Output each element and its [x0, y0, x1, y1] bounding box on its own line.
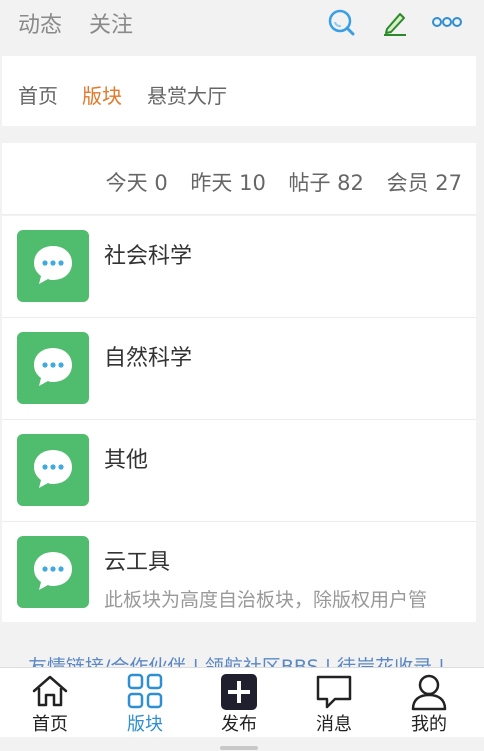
- more-dots-icon[interactable]: [432, 14, 462, 33]
- forum-description: 此板块为高度自治板块，除版权用户管: [104, 589, 428, 611]
- bottom-navigation: 首页 版块 发布 消息 我的: [0, 667, 484, 737]
- plus-icon: [221, 674, 257, 710]
- forum-name: 社会科学: [104, 244, 193, 269]
- stat-posts: 帖子 82: [288, 171, 364, 195]
- bottomnav-messages[interactable]: 消息: [286, 668, 382, 738]
- home-icon: [32, 675, 68, 707]
- forum-item[interactable]: 自然科学: [2, 318, 476, 420]
- sub-navigation: 首页 版块 悬赏大厅: [2, 56, 476, 126]
- bottomnav-home[interactable]: 首页: [2, 668, 98, 738]
- stat-members: 会员 27: [386, 171, 462, 195]
- stat-yesterday: 昨天 10: [190, 171, 266, 195]
- top-bar: 动态 关注: [0, 0, 484, 46]
- bottomnav-publish[interactable]: 发布: [191, 668, 287, 738]
- forum-icon: [17, 230, 89, 302]
- subnav-bounty-hall[interactable]: 悬赏大厅: [147, 80, 227, 109]
- message-icon: [316, 675, 352, 709]
- subnav-boards[interactable]: 版块: [82, 80, 122, 109]
- forum-item[interactable]: 云工具 此板块为高度自治板块，除版权用户管: [2, 522, 476, 622]
- search-icon[interactable]: [327, 8, 355, 40]
- bottomnav-home-label: 首页: [32, 714, 68, 735]
- friend-links: 友情链接/合作伙伴 | 领航社区BBS | 徒岸花收录 |: [2, 640, 476, 670]
- forum-item[interactable]: 社会科学: [2, 216, 476, 318]
- bottomnav-publish-label: 发布: [221, 714, 257, 735]
- bottomnav-profile[interactable]: 我的: [381, 668, 477, 738]
- grid-icon: [127, 673, 163, 709]
- subnav-home[interactable]: 首页: [18, 80, 58, 109]
- tab-dynamics[interactable]: 动态: [18, 7, 62, 39]
- user-icon: [411, 674, 447, 711]
- forum-name: 其他: [104, 448, 149, 473]
- forum-name: 自然科学: [104, 346, 193, 371]
- forum-icon: [17, 434, 89, 506]
- stats-row: 今天 0 昨天 10 帖子 82 会员 27: [90, 167, 462, 197]
- edit-pencil-icon[interactable]: [381, 8, 409, 40]
- bottomnav-profile-label: 我的: [411, 714, 447, 735]
- forum-icon: [17, 536, 89, 608]
- bottomnav-messages-label: 消息: [316, 714, 352, 735]
- forum-name: 云工具: [104, 550, 171, 575]
- home-indicator: [220, 746, 258, 750]
- tab-following[interactable]: 关注: [89, 7, 133, 39]
- forum-icon: [17, 332, 89, 404]
- forum-stats: 今天 0 昨天 10 帖子 82 会员 27: [2, 143, 476, 215]
- bottomnav-boards[interactable]: 版块: [97, 668, 193, 738]
- bottomnav-boards-label: 版块: [127, 714, 163, 735]
- forum-item[interactable]: 其他: [2, 420, 476, 522]
- stat-today: 今天 0: [105, 171, 168, 195]
